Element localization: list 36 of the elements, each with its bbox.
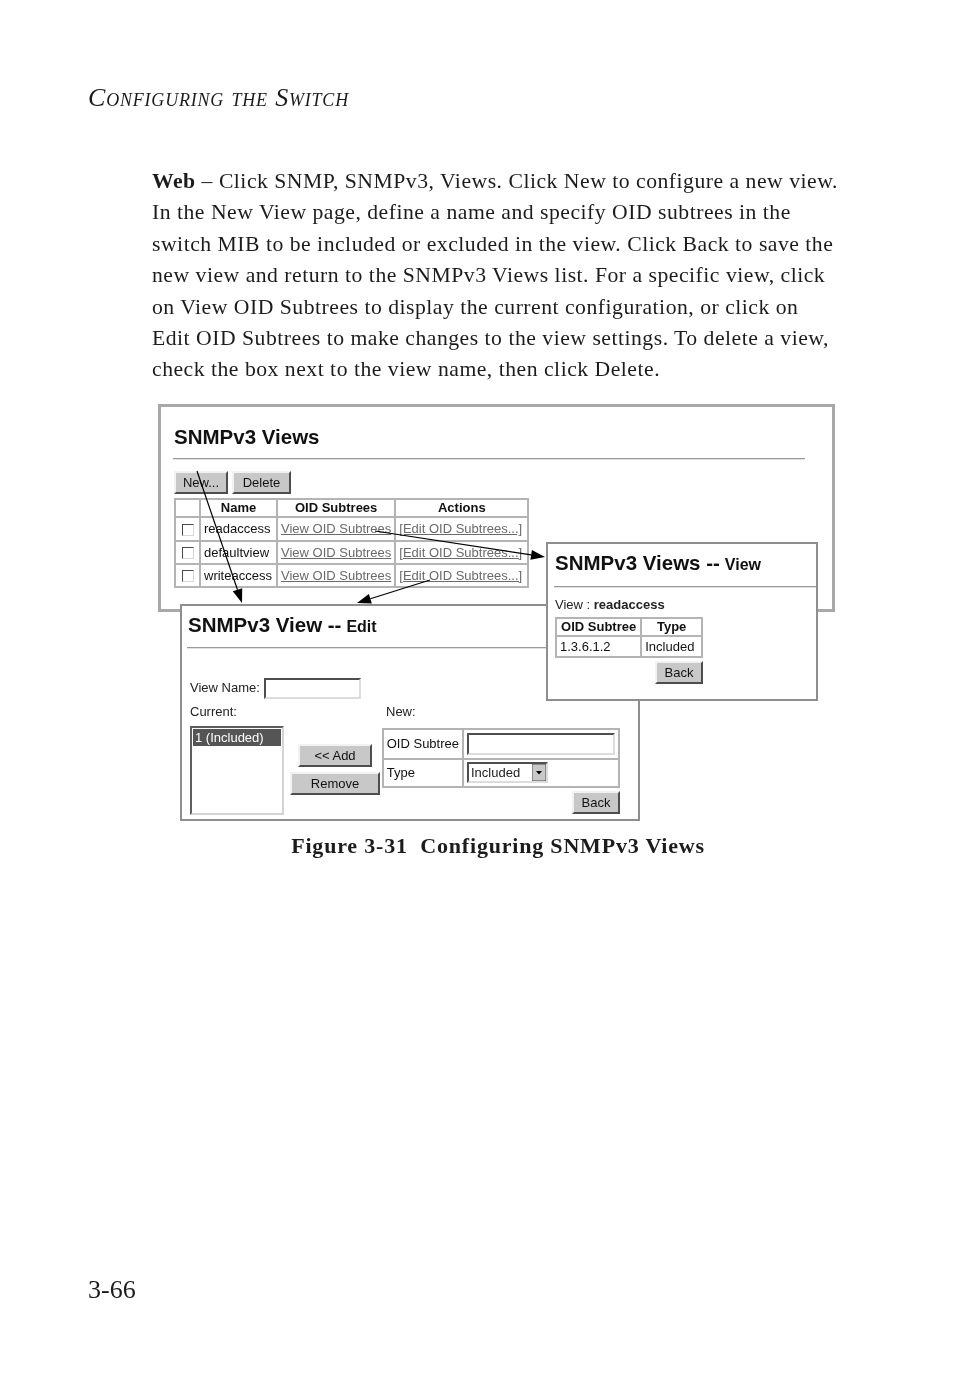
running-title: Configuring the Switch — [88, 83, 349, 113]
window-title: SNMPv3 Views -- — [555, 549, 720, 576]
row-checkbox[interactable] — [181, 523, 194, 536]
toolbar-button[interactable]: Delete — [232, 470, 291, 494]
column-header: Name — [200, 498, 277, 517]
row-checkbox[interactable] — [181, 570, 194, 583]
back-button[interactable]: Back — [655, 660, 703, 684]
field-label: Current: — [190, 703, 238, 720]
table-cell: 1.3.6.1.2 — [556, 635, 642, 657]
column-header: OID Subtree — [556, 617, 642, 636]
field-label: View Name: — [190, 680, 260, 697]
remove-button[interactable]: Remove — [290, 771, 380, 795]
oid-subtree-input[interactable] — [467, 732, 615, 755]
add-button[interactable]: << Add — [298, 743, 372, 767]
column-header: OID Subtrees — [277, 498, 396, 517]
current-listbox[interactable]: 1 (Included) — [190, 725, 284, 815]
field-label: Type — [382, 758, 463, 787]
table-cell: Included — [641, 635, 702, 657]
column-header: Actions — [395, 498, 529, 517]
type-select[interactable]: Included — [467, 762, 548, 784]
view-name-text: View : readaccess — [555, 596, 665, 613]
window-title: SNMPv3 Views — [174, 423, 320, 450]
list-item[interactable]: 1 (Included) — [193, 728, 281, 746]
field-label: OID Subtree — [382, 728, 463, 759]
window-subtitle: Edit — [346, 616, 377, 637]
window-subtitle: View — [724, 554, 761, 575]
window-title: SNMPv3 View -- — [188, 611, 342, 638]
body-paragraph: Web – Click SNMP, SNMPv3, Views. Click New to configure a new view. In the New View page, define a name and specify OID subtrees in the switch MIB to be included or excluded in the view. Click Back to save the new view and return to the SNMPv3 Views list. For a specific view, click on View OID Subtrees to display the current configuration, or click on Edit OID Subtrees to make changes to the view settings. To delete a view, check the box next to the view name, then click Delete. — [152, 168, 839, 384]
field-label: New: — [386, 703, 417, 720]
view-name-input[interactable] — [263, 677, 361, 699]
page-number: 3-66 — [88, 1274, 136, 1306]
back-button[interactable]: Back — [572, 790, 620, 814]
dropdown-arrow-icon — [532, 764, 546, 782]
column-header: Type — [641, 617, 702, 636]
row-checkbox[interactable] — [181, 547, 194, 560]
figure-caption: Figure 3-31 Configuring SNMPv3 Views — [290, 832, 706, 859]
